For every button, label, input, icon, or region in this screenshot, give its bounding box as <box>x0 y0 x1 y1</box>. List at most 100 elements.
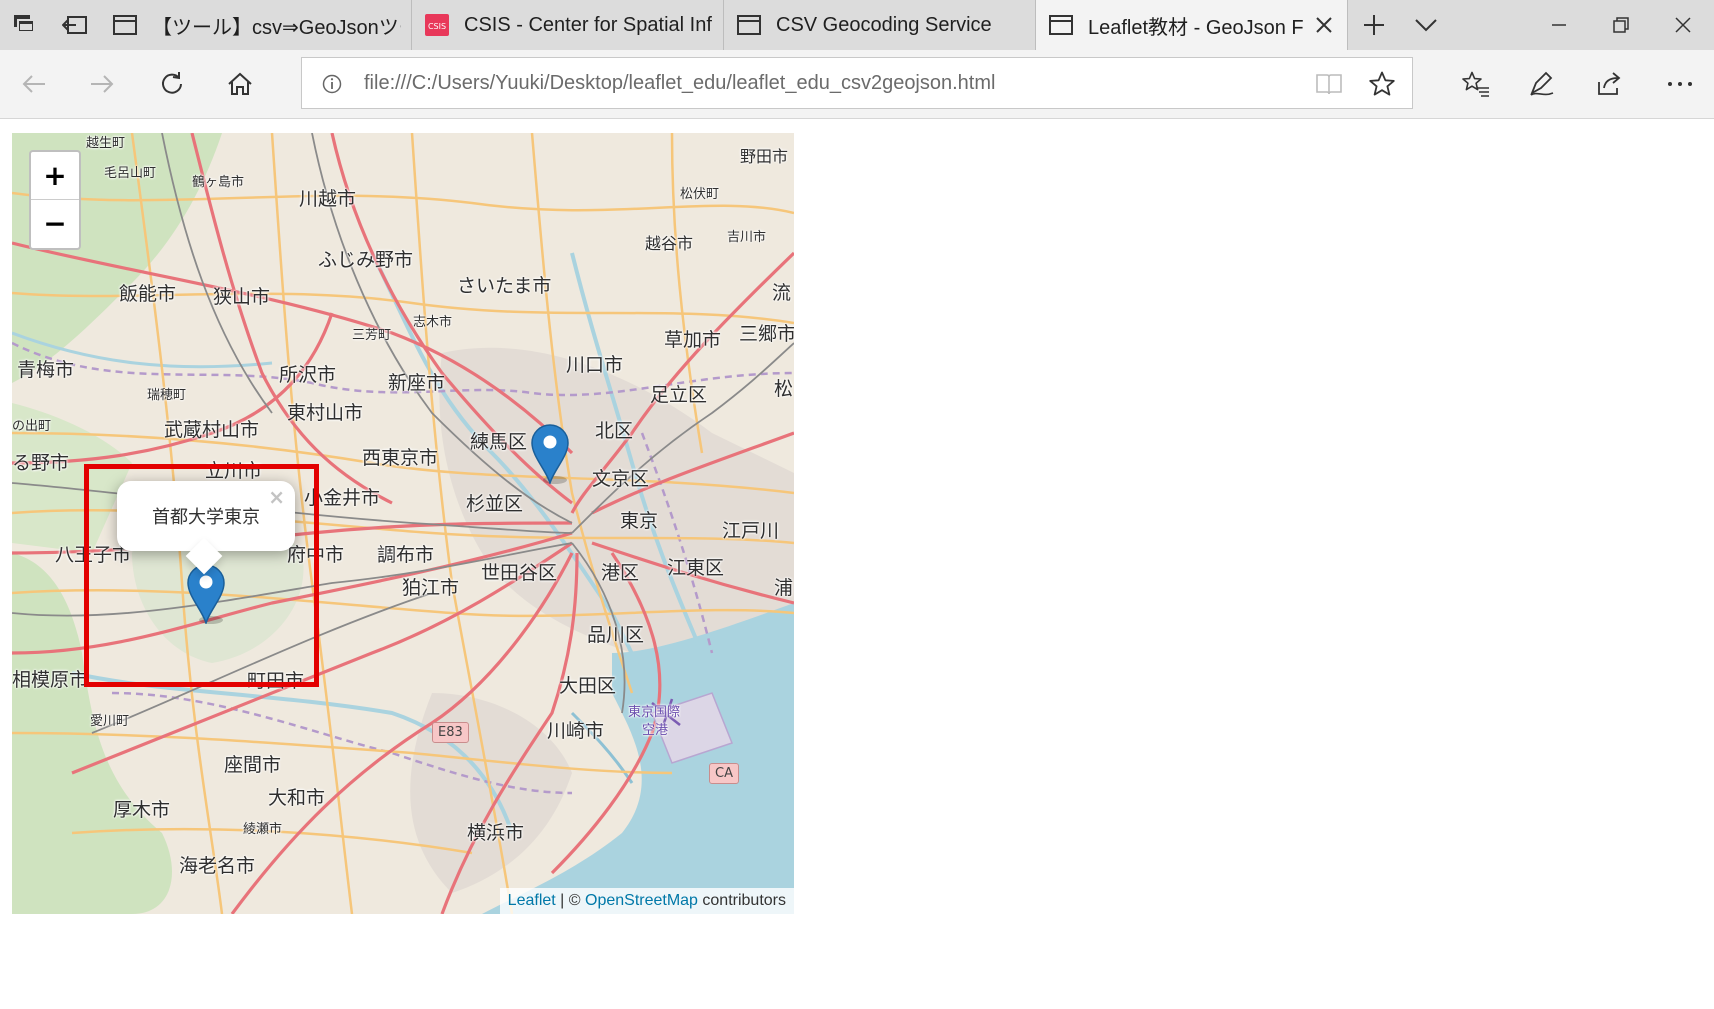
place-label: 綾瀬市 <box>243 822 283 837</box>
tab-0[interactable]: 【ツール】csv⇒GeoJsonツール | <box>100 0 412 50</box>
tab-strip: 【ツール】csv⇒GeoJsonツール | CSIS CSIS - Center… <box>0 0 1714 50</box>
tab-title: 【ツール】csv⇒GeoJsonツール | <box>152 16 401 39</box>
back-button[interactable] <box>14 64 54 104</box>
place-label: 毛呂山町 <box>104 166 157 181</box>
place-label: 厚木市 <box>113 799 171 821</box>
place-label: 調布市 <box>377 544 435 566</box>
place-label: 足立区 <box>650 384 708 406</box>
place-label: 杉並区 <box>466 493 524 515</box>
place-label: る野市 <box>12 452 70 474</box>
web-note-button[interactable] <box>1522 64 1562 104</box>
place-label: さいたま市 <box>457 275 552 297</box>
place-label: 大和市 <box>268 787 326 809</box>
place-label: 狭山市 <box>213 286 271 308</box>
close-tab-icon[interactable] <box>1311 12 1337 38</box>
place-label: 文京区 <box>592 468 650 490</box>
tab-stack-icon <box>14 15 35 33</box>
home-button[interactable] <box>220 64 260 104</box>
attribution-separator: | © <box>555 892 585 909</box>
place-label: 青梅市 <box>17 359 75 381</box>
place-label: 江戸川 <box>722 520 780 542</box>
tab-2[interactable]: CSV Geocoding Service <box>724 0 1036 50</box>
pen-icon <box>1530 71 1554 96</box>
place-label: 新座市 <box>388 372 446 394</box>
favorites-list-icon <box>1462 71 1489 97</box>
place-label: 空港 <box>642 723 669 738</box>
close-icon <box>1675 17 1691 33</box>
share-icon <box>1598 72 1621 95</box>
page-icon <box>1048 15 1074 35</box>
place-label: 吉川市 <box>727 230 767 245</box>
favorite-star-icon[interactable] <box>1366 68 1398 100</box>
leaflet-link[interactable]: Leaflet <box>508 892 556 909</box>
place-label: 愛川町 <box>90 714 130 729</box>
openstreetmap-link[interactable]: OpenStreetMap <box>585 892 698 909</box>
place-label: 三郷市 <box>739 323 794 345</box>
favorites-button[interactable] <box>1456 64 1496 104</box>
navigation-toolbar: file:///C:/Users/Yuuki/Desktop/leaflet_e… <box>0 50 1714 119</box>
map-marker-icon[interactable] <box>529 422 571 484</box>
chevron-down-icon <box>1415 19 1437 32</box>
tab-title: CSV Geocoding Service <box>776 13 992 36</box>
place-label: 世田谷区 <box>481 562 558 584</box>
url-text[interactable]: file:///C:/Users/Yuuki/Desktop/leaflet_e… <box>364 72 995 95</box>
zoom-control: + − <box>29 150 81 250</box>
share-button[interactable] <box>1590 64 1630 104</box>
refresh-button[interactable] <box>152 64 192 104</box>
place-label: 練馬区 <box>470 431 528 453</box>
arrow-left-icon <box>22 75 45 93</box>
place-label: 川口市 <box>566 354 624 376</box>
place-label: 狛江市 <box>402 577 460 599</box>
road-sign: CA <box>709 763 739 784</box>
place-label: の出町 <box>12 419 52 434</box>
restore-button[interactable] <box>1590 0 1652 50</box>
address-bar[interactable]: file:///C:/Users/Yuuki/Desktop/leaflet_e… <box>301 57 1413 109</box>
new-tab-button[interactable] <box>1348 0 1400 50</box>
place-label: 東京 <box>620 510 659 532</box>
page-icon <box>736 15 762 35</box>
place-label: 横浜市 <box>467 822 525 844</box>
tab-actions-button[interactable] <box>0 0 50 50</box>
svg-text:CSIS: CSIS <box>428 22 446 31</box>
set-aside-tabs-button[interactable] <box>50 0 100 50</box>
forward-button[interactable] <box>82 64 122 104</box>
reading-view-icon[interactable] <box>1314 70 1344 98</box>
place-label: ふじみ野市 <box>318 249 414 271</box>
minimize-icon <box>1552 24 1566 26</box>
road-sign: E83 <box>432 722 469 743</box>
leaflet-map[interactable]: 越生町 毛呂山町 鶴ヶ島市 川越市 野田市 松伏町 吉川市 越谷市 ふじみ野市 … <box>12 133 794 914</box>
place-label: 三芳町 <box>352 328 392 343</box>
restore-icon <box>1613 17 1629 33</box>
arrow-right-icon <box>91 75 114 93</box>
close-window-button[interactable] <box>1652 0 1714 50</box>
place-label: 相模原市 <box>12 669 89 691</box>
place-label: 越生町 <box>86 136 126 151</box>
set-aside-icon <box>62 16 87 34</box>
place-label: 東京国際 <box>628 705 681 720</box>
place-label: 飯能市 <box>119 283 177 305</box>
place-label: 座間市 <box>224 754 282 776</box>
place-label: 浦 <box>774 577 794 599</box>
zoom-out-button[interactable]: − <box>31 199 79 247</box>
more-dots-icon <box>1668 82 1692 86</box>
refresh-icon <box>162 72 182 94</box>
tab-title: Leaflet教材 - GeoJson F <box>1088 16 1304 39</box>
tab-preview-button[interactable] <box>1400 0 1452 50</box>
place-label: 品川区 <box>587 624 645 646</box>
place-label: 流 <box>772 282 792 304</box>
plus-icon <box>1364 15 1384 35</box>
place-label: 瑞穂町 <box>147 388 187 403</box>
more-button[interactable] <box>1660 64 1700 104</box>
place-label: 所沢市 <box>279 364 337 386</box>
place-label: 草加市 <box>664 329 722 351</box>
zoom-in-button[interactable]: + <box>31 152 79 199</box>
tab-1[interactable]: CSIS CSIS - Center for Spatial Inf <box>412 0 724 50</box>
place-label: 海老名市 <box>179 855 256 877</box>
tab-3-active[interactable]: Leaflet教材 - GeoJson F <box>1036 0 1348 50</box>
minimize-button[interactable] <box>1528 0 1590 50</box>
map-attribution: Leaflet | © OpenStreetMap contributors <box>499 888 794 914</box>
tab-title: CSIS - Center for Spatial Inf <box>464 13 712 36</box>
info-icon[interactable] <box>320 72 344 96</box>
page-icon <box>112 15 138 35</box>
attribution-suffix: contributors <box>697 892 786 909</box>
